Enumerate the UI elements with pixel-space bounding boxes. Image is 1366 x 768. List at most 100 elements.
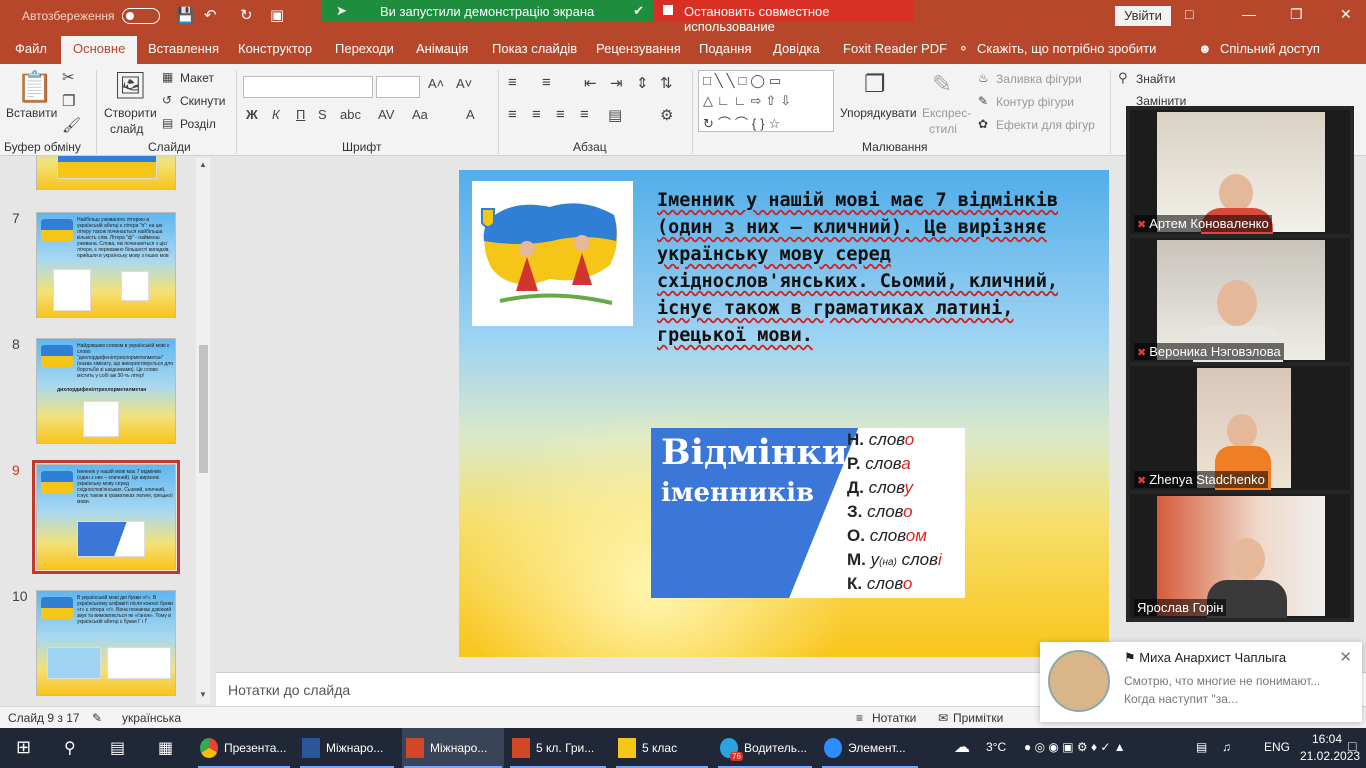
- notifications-icon[interactable]: □: [1348, 738, 1356, 754]
- notes-toggle[interactable]: Нотатки: [872, 711, 916, 725]
- find-button[interactable]: Знайти: [1136, 72, 1175, 86]
- justify-icon[interactable]: ≡: [580, 106, 589, 123]
- comments-toggle[interactable]: Примітки: [953, 711, 1003, 725]
- participant-tile[interactable]: ✖ Артем Коноваленко: [1130, 110, 1350, 234]
- tab-help[interactable]: Довідка: [773, 41, 820, 56]
- task-view-icon[interactable]: ▤: [110, 738, 125, 758]
- message-notification[interactable]: ⚑ Миха Анархист Чаплыга Смотрю, что мног…: [1040, 642, 1362, 722]
- network-icon[interactable]: ▤: [1196, 740, 1207, 754]
- taskbar-app-powerpoint-active[interactable]: Міжнаро...: [402, 728, 504, 768]
- arrange-icon[interactable]: ❐: [864, 70, 886, 99]
- tab-home[interactable]: Основне: [61, 36, 138, 64]
- tab-insert[interactable]: Вставлення: [148, 41, 219, 56]
- grow-font-icon[interactable]: A˄: [428, 76, 444, 91]
- slide-thumbnail-9[interactable]: Іменник у нашій мові має 7 відмінків (од…: [32, 460, 180, 574]
- scroll-up-icon[interactable]: ▲: [199, 160, 207, 169]
- language-indicator[interactable]: ENG: [1264, 740, 1290, 754]
- tab-design[interactable]: Конструктор: [238, 41, 312, 56]
- taskbar-app-telegram[interactable]: 76 Водитель...: [716, 728, 814, 768]
- participant-tile[interactable]: ✖ Zhenya Stadchenko: [1130, 366, 1350, 490]
- shape-fill-button[interactable]: Заливка фігури: [996, 72, 1082, 86]
- columns-icon[interactable]: ▤: [608, 106, 622, 124]
- layout-button[interactable]: Макет: [180, 71, 214, 85]
- text-direction-icon[interactable]: ⇅: [660, 74, 673, 92]
- quick-styles-button[interactable]: Експрес-: [922, 106, 971, 120]
- maximize-icon[interactable]: ❐: [1290, 6, 1303, 23]
- volume-icon[interactable]: ♫: [1222, 740, 1231, 754]
- close-icon[interactable]: ✕: [1340, 6, 1352, 23]
- current-slide[interactable]: Іменник у нашій мові має 7 відмінків (од…: [459, 170, 1109, 657]
- italic-button[interactable]: К: [272, 107, 280, 122]
- redo-icon[interactable]: ↻: [240, 6, 253, 24]
- signin-button[interactable]: Увійти: [1115, 6, 1171, 26]
- ukraine-map-picture[interactable]: [472, 181, 633, 326]
- slide-thumbnail-6[interactable]: [36, 156, 176, 190]
- shapes-gallery[interactable]: □╲╲□◯▭ △∟∟⇨⇧⇩ ↻⌒⌒{}☆: [698, 70, 834, 132]
- shapes-row-2[interactable]: △∟∟⇨⇧⇩: [703, 93, 795, 109]
- notes-placeholder[interactable]: Нотатки до слайда: [228, 682, 350, 698]
- paste-icon[interactable]: 📋: [16, 70, 53, 105]
- close-icon[interactable]: ✕: [1339, 648, 1352, 666]
- paste-button[interactable]: Вставити: [6, 106, 57, 120]
- align-left-icon[interactable]: ≡: [508, 106, 517, 123]
- present-icon[interactable]: ▣: [270, 6, 284, 24]
- minimize-icon[interactable]: —: [1242, 6, 1256, 22]
- tell-me-input[interactable]: Скажіть, що потрібно зробити: [977, 41, 1156, 56]
- noun-cases-picture[interactable]: Відмінки іменників Н. слово Р. слова Д. …: [651, 428, 965, 598]
- taskbar-app-chrome[interactable]: Презента...: [196, 728, 292, 768]
- smartart-icon[interactable]: ⚙: [660, 106, 673, 124]
- taskbar-app-zoom[interactable]: Элемент...: [820, 728, 920, 768]
- shrink-font-icon[interactable]: A˅: [456, 76, 472, 91]
- copy-icon[interactable]: ❐: [62, 92, 75, 110]
- tab-slideshow[interactable]: Показ слайдів: [492, 41, 577, 56]
- font-name-dropdown[interactable]: [243, 76, 373, 98]
- tab-view[interactable]: Подання: [699, 41, 752, 56]
- ribbon-display-icon[interactable]: □: [1185, 6, 1193, 22]
- align-center-icon[interactable]: ≡: [532, 106, 541, 123]
- new-slide-label-2[interactable]: слайд: [110, 122, 143, 136]
- quick-styles-icon[interactable]: ✎: [932, 70, 952, 99]
- windows-start-icon[interactable]: ⊞: [16, 737, 31, 758]
- stop-share-button[interactable]: Остановить совместное использование: [654, 0, 914, 34]
- slide-thumbnail-8[interactable]: Найдовшим словом в українській мові є сл…: [36, 338, 176, 444]
- shapes-row-1[interactable]: □╲╲□◯▭: [703, 73, 785, 89]
- slide-thumbnail-7[interactable]: Найбільш уживаного літерою в українській…: [36, 212, 176, 318]
- strikethrough-icon[interactable]: abc: [340, 107, 361, 122]
- taskbar-app-powerpoint[interactable]: 5 кл. Гри...: [508, 728, 608, 768]
- underline-button[interactable]: П: [296, 107, 305, 122]
- shape-outline-button[interactable]: Контур фігури: [996, 95, 1074, 109]
- scroll-down-icon[interactable]: ▼: [199, 690, 207, 699]
- section-button[interactable]: Розділ: [180, 117, 216, 131]
- font-color-icon[interactable]: A: [466, 107, 475, 122]
- tab-foxit[interactable]: Foxit Reader PDF: [843, 41, 947, 56]
- shape-effects-button[interactable]: Ефекти для фігур: [996, 118, 1095, 132]
- reset-button[interactable]: Скинути: [180, 94, 225, 108]
- new-slide-button[interactable]: Створити: [104, 106, 157, 120]
- save-icon[interactable]: 💾: [176, 6, 195, 24]
- undo-icon[interactable]: ↶: [204, 6, 217, 24]
- share-button[interactable]: Спільний доступ: [1220, 41, 1320, 56]
- tab-animations[interactable]: Анімація: [416, 41, 468, 56]
- change-case-icon[interactable]: Aa: [412, 107, 428, 122]
- font-size-dropdown[interactable]: [376, 76, 420, 98]
- decrease-indent-icon[interactable]: ⇤: [584, 74, 597, 92]
- line-spacing-icon[interactable]: ⇕: [636, 74, 649, 92]
- taskbar-app-word[interactable]: Міжнаро...: [298, 728, 396, 768]
- tray-icons[interactable]: ● ◎ ◉ ▣ ⚙ ♦ ✓ ▲: [1024, 740, 1126, 754]
- bold-button[interactable]: Ж: [246, 107, 258, 122]
- cut-icon[interactable]: ✂: [62, 68, 75, 86]
- tab-review[interactable]: Рецензування: [596, 41, 681, 56]
- thumbnail-scroll-thumb[interactable]: [199, 345, 208, 473]
- slide-body-text[interactable]: Іменник у нашій мові має 7 відмінків (од…: [657, 187, 1097, 349]
- slide-thumbnail-10[interactable]: В українській мові дві букви «ґ». В укра…: [36, 590, 176, 696]
- bullets-icon[interactable]: ≡: [508, 74, 517, 91]
- numbering-icon[interactable]: ≡: [542, 74, 551, 91]
- autosave-toggle[interactable]: [122, 8, 160, 24]
- new-slide-icon[interactable]: 🖼: [114, 70, 147, 101]
- spellcheck-icon[interactable]: ✎: [92, 711, 102, 725]
- increase-indent-icon[interactable]: ⇥: [610, 74, 623, 92]
- tab-transitions[interactable]: Переходи: [335, 41, 394, 56]
- arrange-button[interactable]: Упорядкувати: [840, 106, 917, 120]
- clock-time[interactable]: 16:04: [1312, 732, 1342, 746]
- shapes-row-3[interactable]: ↻⌒⌒{}☆: [703, 113, 784, 132]
